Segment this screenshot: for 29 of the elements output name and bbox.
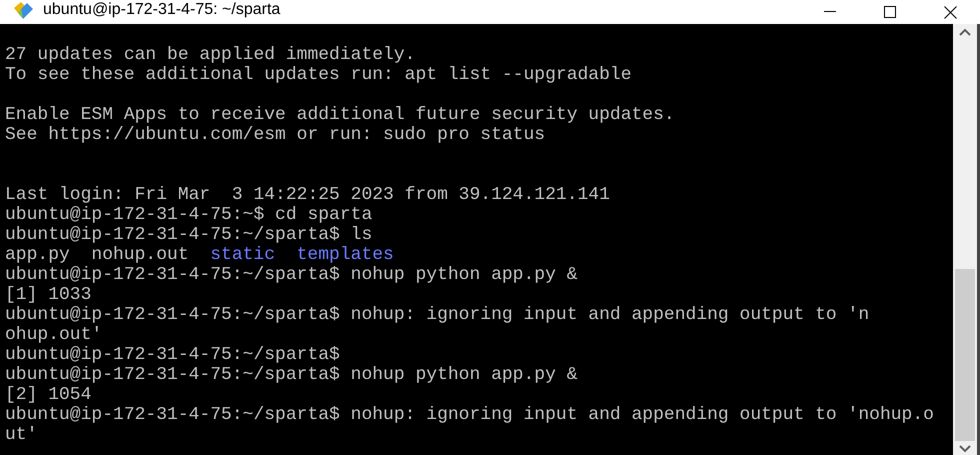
scrollbar-thumb[interactable] (955, 269, 975, 441)
diamond-logo-icon (12, 2, 34, 20)
scrollbar[interactable] (953, 24, 977, 455)
terminal-text: To see these additional updates run: apt list --upgradable (5, 65, 632, 85)
terminal-text: ubuntu@ip-172-31-4-75:~/sparta$ ls (5, 225, 372, 245)
window-title: ubuntu@ip-172-31-4-75: ~/sparta (43, 0, 280, 20)
terminal-text: Last login: Fri Mar 3 14:22:25 2023 from 39.124.121.141 (5, 185, 610, 205)
scroll-up-icon[interactable] (959, 28, 971, 36)
directory-name: static (210, 245, 276, 265)
terminal-text: ubuntu@ip-172-31-4-75:~/sparta$ nohup: ignoring input and appending output to 'nohup.o (5, 405, 934, 425)
file-name: app.py (5, 245, 70, 265)
terminal-text: See https://ubuntu.com/esm or run: sudo pro status (5, 125, 546, 145)
terminal-text: ubuntu@ip-172-31-4-75:~/sparta$ nohup python app.py & (5, 365, 578, 385)
terminal-text: Enable ESM Apps to receive additional future security updates. (5, 105, 675, 125)
minimize-icon (824, 11, 836, 13)
terminal-text: 27 updates can be applied immediately. (5, 45, 416, 65)
terminal-text: [1] 1033 (5, 285, 92, 305)
close-icon (944, 6, 956, 18)
directory-name: templates (296, 245, 394, 265)
terminal-text: ubuntu@ip-172-31-4-75:~/sparta$ nohup python app.py & (5, 265, 578, 285)
terminal-text: ubuntu@ip-172-31-4-75:~/sparta$ nohup: ignoring input and appending output to 'n (5, 305, 870, 325)
terminal-text: ut' (5, 425, 38, 445)
terminal-text: [2] 1054 (5, 385, 92, 405)
maximize-icon (884, 6, 896, 18)
terminal-text: ubuntu@ip-172-31-4-75:~/sparta$ (5, 345, 340, 365)
terminal-text: ubuntu@ip-172-31-4-75:~$ cd sparta (5, 205, 372, 225)
file-name: nohup.out (91, 245, 189, 265)
scroll-down-icon[interactable] (959, 445, 971, 453)
terminal-text: ohup.out' (5, 325, 102, 345)
